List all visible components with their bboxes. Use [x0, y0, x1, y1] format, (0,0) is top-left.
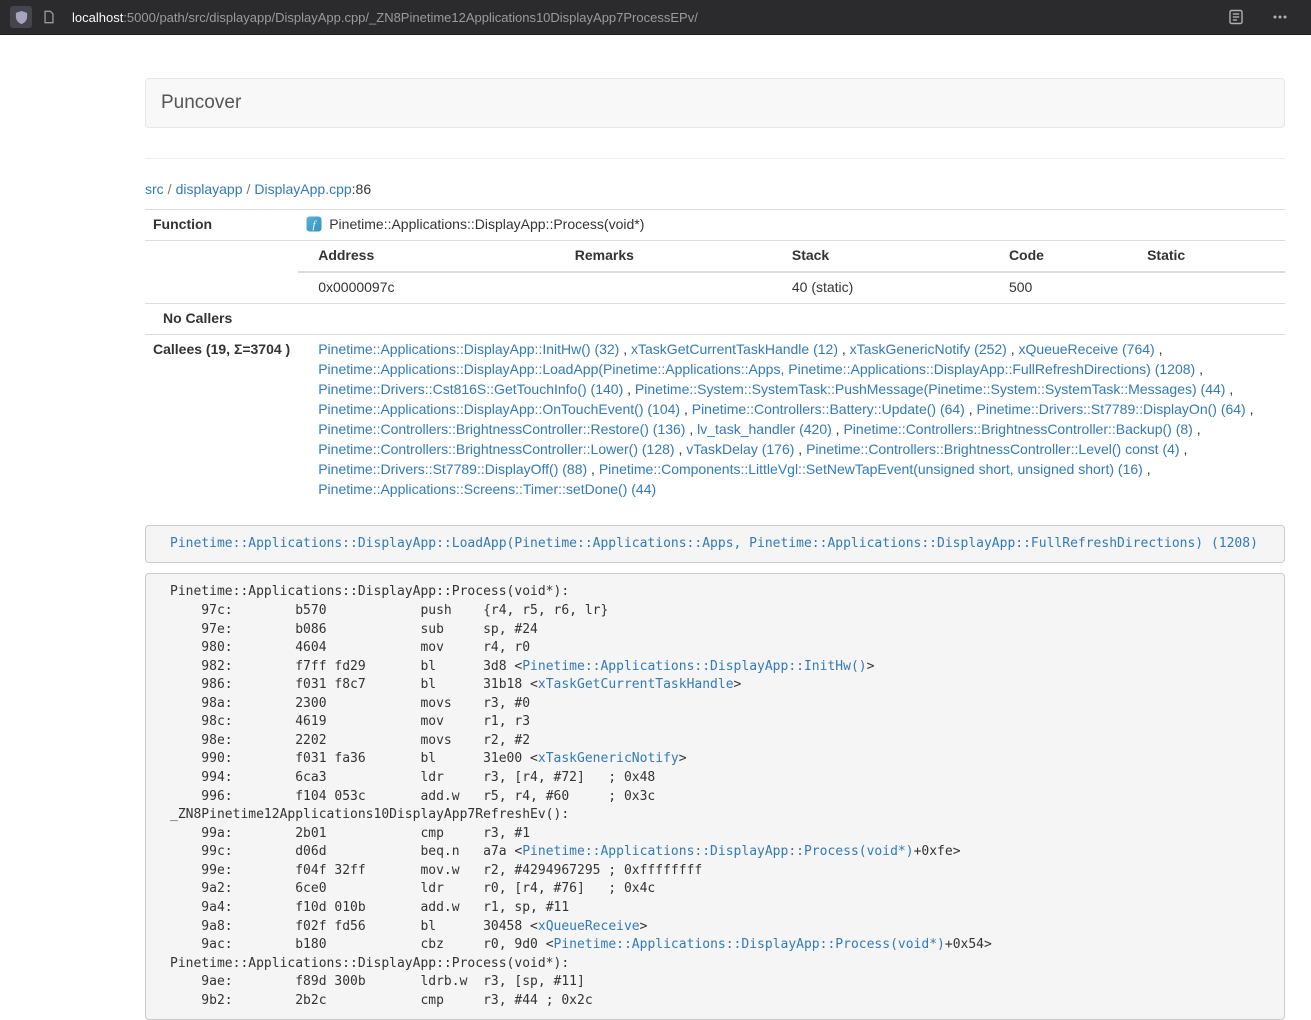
- callee-link[interactable]: Pinetime::Components::LittleVgl::SetNewT…: [599, 461, 1143, 477]
- breadcrumb-separator: /: [247, 181, 251, 197]
- callee-link[interactable]: Pinetime::System::SystemTask::PushMessag…: [635, 381, 1226, 397]
- function-stats-row: Address Remarks Stack Code Static 0x0000…: [145, 240, 1285, 303]
- remarks-value: [555, 272, 772, 303]
- brand-link[interactable]: Puncover: [146, 92, 256, 114]
- stats-cell: Address Remarks Stack Code Static 0x0000…: [298, 240, 1285, 303]
- callee-link[interactable]: Pinetime::Controllers::BrightnessControl…: [318, 421, 685, 437]
- shield-icon: [14, 10, 29, 25]
- col-header-static: Static: [1127, 241, 1285, 272]
- address-value: 0x0000097c: [298, 272, 555, 303]
- stack-value: 40 (static): [772, 272, 989, 303]
- assembly-symbol-link[interactable]: xQueueReceive: [538, 919, 640, 934]
- page-container: Puncover src/displayapp/DisplayApp.cpp:8…: [145, 78, 1285, 1020]
- breadcrumb-link-displayapp[interactable]: displayapp: [176, 181, 243, 197]
- stats-value-row: 0x0000097c 40 (static) 500: [298, 272, 1285, 303]
- stats-table: Address Remarks Stack Code Static 0x0000…: [298, 241, 1285, 303]
- col-header-code: Code: [989, 241, 1127, 272]
- load-app-snippet-link[interactable]: Pinetime::Applications::DisplayApp::Load…: [170, 536, 1258, 551]
- empty-cell: [145, 240, 298, 303]
- breadcrumb-separator: /: [168, 181, 172, 197]
- divider: [145, 158, 1285, 159]
- assembly-symbol-link[interactable]: Pinetime::Applications::DisplayApp::Proc…: [554, 937, 945, 952]
- page-actions-menu-button[interactable]: [1269, 6, 1291, 28]
- toolbar-actions: [1225, 6, 1301, 28]
- callee-link[interactable]: vTaskDelay (176): [686, 441, 794, 457]
- assembly-symbol-link[interactable]: Pinetime::Applications::DisplayApp::Init…: [522, 659, 866, 674]
- static-value: [1127, 272, 1285, 303]
- col-header-address: Address: [298, 241, 555, 272]
- navbar: Puncover: [145, 78, 1285, 128]
- url-host: localhost: [72, 10, 123, 25]
- assembly-code-block: Pinetime::Applications::DisplayApp::Proc…: [145, 573, 1285, 1020]
- url-bar[interactable]: localhost:5000/path/src/displayapp/Displ…: [72, 10, 1225, 25]
- breadcrumb-link-file[interactable]: DisplayApp.cpp: [254, 181, 351, 197]
- callee-link[interactable]: xTaskGenericNotify (252): [850, 341, 1007, 357]
- callee-link[interactable]: xTaskGetCurrentTaskHandle (12): [631, 341, 838, 357]
- assembly-symbol-link[interactable]: xTaskGetCurrentTaskHandle: [538, 677, 734, 692]
- callee-link[interactable]: Pinetime::Drivers::Cst816S::GetTouchInfo…: [318, 381, 623, 397]
- callee-link[interactable]: Pinetime::Controllers::BrightnessControl…: [806, 441, 1179, 457]
- load-app-snippet-box: Pinetime::Applications::DisplayApp::Load…: [145, 525, 1285, 564]
- tracking-protection-button[interactable]: [10, 6, 32, 28]
- code-value: 500: [989, 272, 1127, 303]
- function-label: Function: [145, 210, 298, 241]
- col-header-stack: Stack: [772, 241, 989, 272]
- reader-view-icon: [1228, 9, 1244, 25]
- function-name-cell: f Pinetime::Applications::DisplayApp::Pr…: [298, 210, 1285, 241]
- callee-link[interactable]: Pinetime::Applications::DisplayApp::Load…: [318, 361, 1195, 377]
- col-header-remarks: Remarks: [555, 241, 772, 272]
- no-callers-label: No Callers: [145, 303, 1285, 334]
- callee-link[interactable]: xQueueReceive (764): [1019, 341, 1155, 357]
- callees-row: Callees (19, Σ=3704 ) Pinetime::Applicat…: [145, 334, 1285, 504]
- ellipsis-icon: [1272, 9, 1288, 25]
- site-identity-button[interactable]: [38, 6, 60, 28]
- breadcrumb-link-src[interactable]: src: [145, 181, 164, 197]
- reader-view-button[interactable]: [1225, 6, 1247, 28]
- browser-toolbar: localhost:5000/path/src/displayapp/Displ…: [0, 0, 1311, 35]
- no-callers-row: No Callers: [145, 303, 1285, 334]
- callees-list: Pinetime::Applications::DisplayApp::Init…: [298, 334, 1285, 504]
- callee-link[interactable]: lv_task_handler (420): [697, 421, 832, 437]
- function-symbol-icon: f: [306, 216, 322, 232]
- function-table: Function f Pi: [145, 209, 1285, 505]
- breadcrumb-line-number: :86: [352, 181, 371, 197]
- breadcrumb: src/displayapp/DisplayApp.cpp:86: [145, 181, 1285, 197]
- page-icon: [42, 10, 56, 24]
- assembly-symbol-link[interactable]: Pinetime::Applications::DisplayApp::Proc…: [522, 844, 913, 859]
- callee-link[interactable]: Pinetime::Applications::DisplayApp::OnTo…: [318, 401, 680, 417]
- callee-link[interactable]: Pinetime::Controllers::Battery::Update()…: [692, 401, 965, 417]
- callee-link[interactable]: Pinetime::Controllers::BrightnessControl…: [843, 421, 1192, 437]
- callee-link[interactable]: Pinetime::Drivers::St7789::DisplayOff() …: [318, 461, 587, 477]
- callee-link[interactable]: Pinetime::Drivers::St7789::DisplayOn() (…: [977, 401, 1246, 417]
- url-path: :5000/path/src/displayapp/DisplayApp.cpp…: [123, 10, 698, 25]
- callee-link[interactable]: Pinetime::Controllers::BrightnessControl…: [318, 441, 674, 457]
- function-row: Function f Pi: [145, 210, 1285, 241]
- callee-link[interactable]: Pinetime::Applications::Screens::Timer::…: [318, 481, 656, 497]
- assembly-symbol-link[interactable]: xTaskGenericNotify: [538, 751, 679, 766]
- function-name: Pinetime::Applications::DisplayApp::Proc…: [329, 216, 644, 232]
- callees-label: Callees (19, Σ=3704 ): [145, 334, 298, 504]
- callee-link[interactable]: Pinetime::Applications::DisplayApp::Init…: [318, 341, 619, 357]
